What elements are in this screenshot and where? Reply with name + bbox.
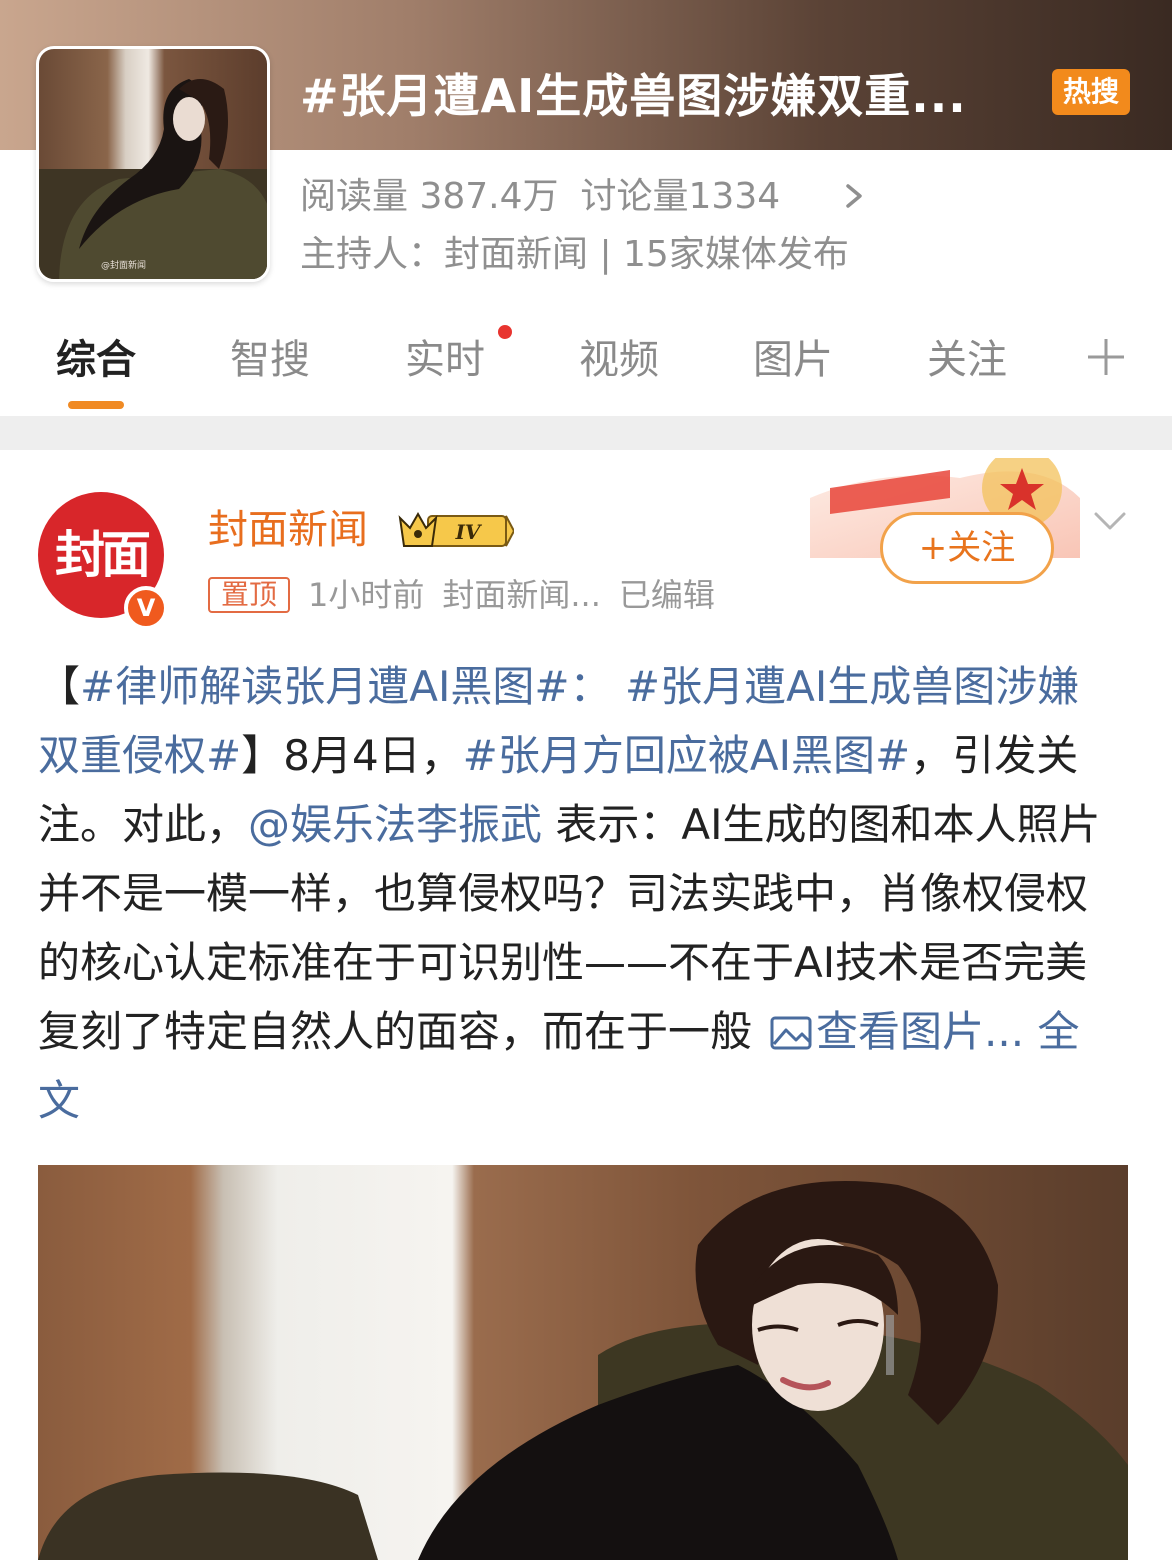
tab-following[interactable]: 关注 [919, 330, 1015, 390]
hashtag-response[interactable]: #张月方回应被AI黑图# [463, 731, 911, 780]
verified-badge: V [124, 586, 168, 630]
tab-bar: 综合 智搜 实时 视频 图片 关注 [0, 320, 1172, 416]
hashtag-lawyer-reading[interactable]: #律师解读张月遭AI黑图#： [80, 662, 612, 711]
bracket-close: 】 [241, 731, 284, 780]
cover-photo-illustration [39, 79, 267, 279]
plus-icon[interactable] [1086, 337, 1126, 377]
post-time: 1小时前 [308, 576, 425, 614]
chevron-right-icon[interactable] [840, 176, 870, 216]
author-name[interactable]: 封面新闻 [208, 504, 368, 556]
section-divider [0, 416, 1172, 450]
view-images-link[interactable]: 查看图片... [816, 1007, 1024, 1056]
post-text-segment-1: 8月4日， [283, 731, 463, 780]
active-tab-indicator [68, 401, 124, 409]
tab-images[interactable]: 图片 [745, 330, 841, 390]
topic-title: #张月遭AI生成兽图涉嫌双重... [300, 69, 967, 123]
follow-button[interactable]: +关注 [880, 512, 1054, 584]
bracket-open: 【 [38, 662, 81, 711]
read-count: 阅读量 387.4万 [300, 176, 559, 217]
tab-smart-search[interactable]: 智搜 [222, 330, 318, 390]
post-image[interactable] [38, 1165, 1128, 1560]
cover-watermark: @封面新闻 [101, 261, 147, 271]
mention-link[interactable]: @娱乐法李振武 [248, 800, 542, 849]
image-icon[interactable] [770, 1016, 812, 1050]
topic-cover-image[interactable]: @封面新闻 [36, 46, 270, 282]
tab-comprehensive[interactable]: 综合 [48, 330, 144, 390]
topic-host-line: 主持人：封面新闻 | 15家媒体发布 [300, 234, 849, 275]
tab-realtime[interactable]: 实时 [397, 330, 493, 390]
post-body-text: 【#律师解读张月遭AI黑图#： #张月遭AI生成兽图涉嫌双重侵权#】8月4日，#… [38, 652, 1108, 1135]
hot-search-badge: 热搜 [1052, 69, 1130, 115]
realtime-new-dot [498, 325, 512, 339]
post-source: 封面新闻... [442, 576, 601, 614]
discuss-count: 讨论量1334 [580, 176, 781, 217]
post-meta: 1小时前 封面新闻... 已编辑 [308, 570, 733, 620]
post-edited[interactable]: 已编辑 [619, 576, 715, 614]
post-photo-illustration [38, 1181, 1128, 1560]
level-text: IV [455, 520, 483, 544]
pinned-badge: 置顶 [208, 577, 290, 613]
tab-video[interactable]: 视频 [571, 330, 667, 390]
chevron-down-icon[interactable] [1092, 506, 1128, 536]
topic-stats[interactable]: 阅读量 387.4万 讨论量1334 [300, 172, 802, 222]
level-crown-icon: IV [398, 511, 514, 547]
